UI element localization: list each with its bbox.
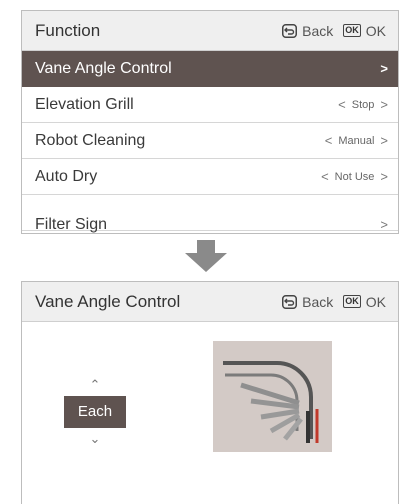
menu-item-value-text: Not Use (334, 170, 375, 183)
menu-item-filter-sign[interactable]: Filter Sign > (22, 195, 398, 233)
menu-item-value: > (380, 217, 388, 232)
menu-item-auto-dry[interactable]: Auto Dry < Not Use > (22, 159, 398, 195)
menu-item-elevation-grill[interactable]: Elevation Grill < Stop > (22, 87, 398, 123)
function-panel: Function Back OK OK Vane Angle Control >… (21, 10, 399, 234)
menu-item-label: Robot Cleaning (35, 131, 146, 149)
vane-angle-header: Vane Angle Control Back OK OK (22, 282, 398, 322)
menu-item-value: < Manual > (325, 133, 388, 148)
ok-icon: OK (343, 295, 361, 308)
ok-button[interactable]: OK OK (343, 294, 386, 310)
ok-button[interactable]: OK OK (343, 23, 386, 39)
vane-angle-panel: Vane Angle Control Back OK OK ⌃ Each ⌄ (21, 281, 399, 504)
chevron-right-icon[interactable]: > (380, 133, 388, 148)
chevron-left-icon[interactable]: < (325, 133, 333, 148)
menu-item-label: Vane Angle Control (35, 59, 172, 77)
back-button[interactable]: Back (282, 23, 333, 39)
page-title: Function (35, 20, 101, 40)
menu-item-label: Elevation Grill (35, 95, 134, 113)
menu-item-vane-angle-control[interactable]: Vane Angle Control > (22, 51, 398, 87)
header-actions: Back OK OK (272, 294, 386, 310)
vane-illustration (223, 361, 319, 443)
chevron-right-icon[interactable]: > (380, 217, 388, 232)
menu-item-value: < Not Use > (321, 169, 388, 184)
ok-icon: OK (343, 24, 361, 37)
back-button[interactable]: Back (282, 294, 333, 310)
menu-item-robot-cleaning[interactable]: Robot Cleaning < Manual > (22, 123, 398, 159)
chevron-down-icon[interactable]: ⌄ (64, 432, 126, 446)
menu-item-value: > (380, 61, 388, 76)
chevron-right-icon: > (380, 61, 388, 76)
header-actions: Back OK OK (272, 23, 386, 39)
chevron-left-icon[interactable]: < (321, 169, 329, 184)
menu-item-value: < Stop > (338, 97, 388, 112)
chevron-right-icon[interactable]: > (380, 169, 388, 184)
vane-preview (213, 341, 332, 452)
menu-item-value-text: Manual (338, 134, 375, 147)
menu-item-label: Filter Sign (35, 215, 108, 233)
page-title: Vane Angle Control (35, 291, 181, 311)
chevron-right-icon[interactable]: > (380, 97, 388, 112)
chevron-left-icon[interactable]: < (338, 97, 346, 112)
ok-label: OK (365, 22, 386, 39)
mode-value[interactable]: Each (64, 396, 126, 428)
chevron-up-icon[interactable]: ⌃ (64, 378, 126, 392)
mode-selector: ⌃ Each ⌄ (64, 378, 126, 446)
back-arrow-icon (282, 23, 298, 38)
down-arrow-icon (185, 240, 227, 272)
back-label: Back (302, 293, 334, 310)
back-arrow-icon (282, 294, 298, 309)
back-label: Back (302, 22, 334, 39)
menu-item-value-text: Stop (351, 98, 375, 111)
menu-item-label: Auto Dry (35, 167, 98, 185)
ok-label: OK (365, 293, 386, 310)
function-header: Function Back OK OK (22, 11, 398, 51)
